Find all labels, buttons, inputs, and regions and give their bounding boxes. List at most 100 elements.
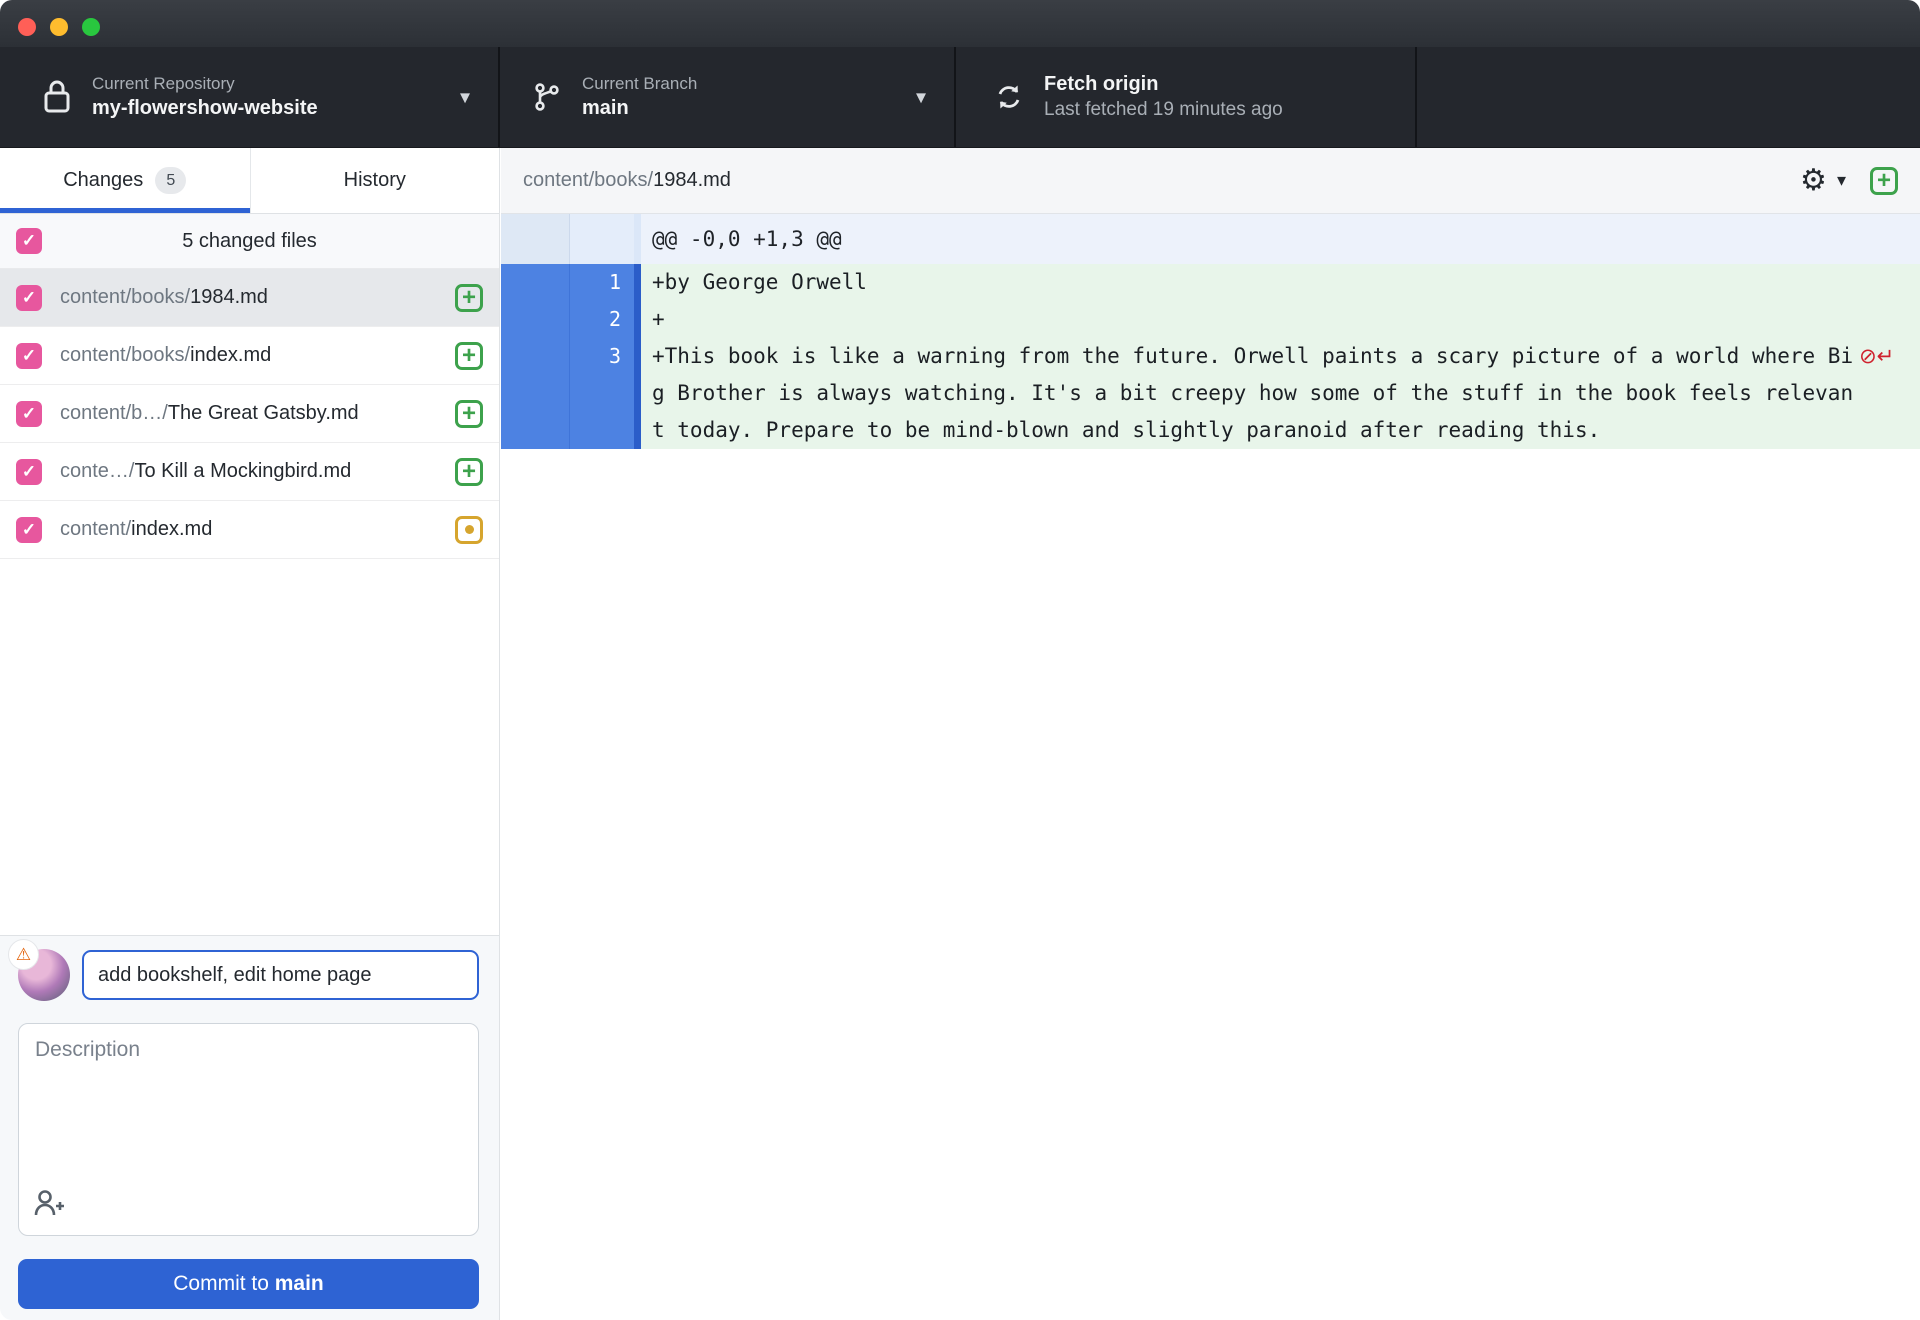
status-added-icon: + <box>455 457 483 486</box>
no-newline-icon: ⊘↵ <box>1859 344 1895 368</box>
current-branch-button[interactable]: Current Branch main ▾ <box>500 47 956 147</box>
diff-body: @@ -0,0 +1,3 @@ 1 +by George Orwell 2 + <box>501 214 1920 449</box>
diff-gutter-old[interactable] <box>501 301 570 338</box>
repository-label: Current Repository <box>92 74 235 93</box>
gear-icon[interactable]: ⚙ <box>1800 165 1827 196</box>
diff-line-content: +by George Orwell <box>641 264 1920 301</box>
hunk-gutter-old <box>501 214 570 264</box>
file-path-prefix: content/books/ <box>60 344 191 366</box>
close-window-button[interactable] <box>18 18 36 36</box>
minimize-window-button[interactable] <box>50 18 68 36</box>
status-added-icon: + <box>455 283 483 312</box>
hunk-header-row: @@ -0,0 +1,3 @@ <box>501 214 1920 264</box>
diff-line-text: + <box>652 307 665 331</box>
commit-description-input[interactable] <box>18 1023 479 1236</box>
diff-line-content: + <box>641 301 1920 338</box>
status-modified-icon <box>455 515 483 544</box>
zoom-window-button[interactable] <box>82 18 100 36</box>
repository-caret-icon: ▾ <box>459 86 470 109</box>
status-added-icon: + <box>455 341 483 370</box>
file-path: content/books/1984.md <box>60 286 268 309</box>
expand-diff-button[interactable]: + <box>1870 166 1898 195</box>
fetch-origin-button[interactable]: Fetch origin Last fetched 19 minutes ago <box>956 47 1417 147</box>
branch-name: main <box>582 97 629 119</box>
file-row[interactable]: ✓ content/index.md <box>0 501 499 559</box>
diff-line-row: 2 + <box>501 301 1920 338</box>
commit-button-prefix: Commit to <box>173 1272 275 1295</box>
toolbar: Current Repository my-flowershow-website… <box>0 47 1920 148</box>
changes-count-badge: 5 <box>155 167 187 194</box>
commit-summary-input[interactable] <box>82 950 479 1000</box>
diff-file-path: content/books/1984.md <box>523 169 731 192</box>
file-row[interactable]: ✓ content/b…/The Great Gatsby.md + <box>0 385 499 443</box>
git-branch-icon <box>530 80 564 114</box>
diff-line-content: +This book is like a warning from the fu… <box>641 338 1920 449</box>
file-path-prefix: content/ <box>60 518 132 540</box>
diff-line-text: +This book is like a warning from the fu… <box>652 344 1854 442</box>
sidebar: Changes 5 History ✓ 5 changed files ✓ co… <box>0 148 500 1320</box>
tab-changes-label: Changes <box>63 169 144 191</box>
diff-file-header: content/books/1984.md ⚙ ▾ + <box>501 148 1920 214</box>
diff-file-name: 1984.md <box>653 169 731 191</box>
diff-gutter-old[interactable] <box>501 338 570 449</box>
diff-gutter-strip <box>634 338 641 449</box>
file-checkbox[interactable]: ✓ <box>16 400 42 427</box>
file-path-prefix: conte…/ <box>60 460 135 482</box>
file-name: 1984.md <box>190 286 268 308</box>
file-row[interactable]: ✓ content/books/1984.md + <box>0 269 499 327</box>
file-path: content/books/index.md <box>60 344 271 367</box>
tab-history[interactable]: History <box>249 148 500 213</box>
file-name: To Kill a Mockingbird.md <box>134 460 352 482</box>
file-name: The Great Gatsby.md <box>167 402 359 424</box>
file-path-prefix: content/books/ <box>60 286 191 308</box>
diff-line-row: 1 +by George Orwell <box>501 264 1920 301</box>
file-row[interactable]: ✓ conte…/To Kill a Mockingbird.md + <box>0 443 499 501</box>
diff-gutter-strip <box>634 301 641 338</box>
select-all-checkbox[interactable]: ✓ <box>16 228 42 254</box>
diff-line-number[interactable]: 1 <box>570 264 634 301</box>
file-path: conte…/To Kill a Mockingbird.md <box>60 460 351 483</box>
hunk-gutter-strip <box>634 214 641 264</box>
file-checkbox[interactable]: ✓ <box>16 284 42 311</box>
diff-line-text: +by George Orwell <box>652 270 867 294</box>
changed-files-label: 5 changed files <box>182 229 317 252</box>
tab-changes[interactable]: Changes 5 <box>0 148 250 213</box>
sync-icon <box>992 81 1026 113</box>
tab-history-label: History <box>343 169 406 191</box>
status-added-icon: + <box>455 399 483 428</box>
file-path: content/b…/The Great Gatsby.md <box>60 402 359 425</box>
commit-area: ⚠ Commit to main <box>0 935 499 1320</box>
add-coauthor-icon[interactable] <box>33 1188 67 1223</box>
traffic-lights <box>18 18 100 36</box>
commit-button[interactable]: Commit to main <box>18 1259 479 1309</box>
file-name: index.md <box>131 518 213 540</box>
diff-gutter-old[interactable] <box>501 264 570 301</box>
warning-icon: ⚠ <box>8 939 39 970</box>
hunk-header-text: @@ -0,0 +1,3 @@ <box>641 214 1920 264</box>
diff-line-number[interactable]: 2 <box>570 301 634 338</box>
file-row[interactable]: ✓ content/books/index.md + <box>0 327 499 385</box>
branch-label: Current Branch <box>582 74 698 93</box>
file-path: content/index.md <box>60 518 212 541</box>
file-path-prefix: content/b…/ <box>60 402 168 424</box>
hunk-gutter-new <box>570 214 634 264</box>
file-checkbox[interactable]: ✓ <box>16 342 42 369</box>
diff-pane: content/books/1984.md ⚙ ▾ + @@ -0,0 +1,3… <box>501 148 1920 1320</box>
file-name: index.md <box>190 344 272 366</box>
repository-name: my-flowershow-website <box>92 97 318 119</box>
diff-options-caret-icon[interactable]: ▾ <box>1837 170 1846 191</box>
diff-line-number[interactable]: 3 <box>570 338 634 449</box>
lock-icon <box>40 79 74 115</box>
app-window: Current Repository my-flowershow-website… <box>0 0 1920 1320</box>
diff-path-prefix: content/books/ <box>523 169 654 191</box>
titlebar <box>0 0 1920 47</box>
file-checkbox[interactable]: ✓ <box>16 516 42 543</box>
commit-button-branch: main <box>274 1272 324 1295</box>
select-all-row[interactable]: ✓ 5 changed files <box>0 214 499 269</box>
tabbar: Changes 5 History <box>0 148 499 214</box>
fetch-title: Fetch origin <box>1044 73 1159 95</box>
current-repository-button[interactable]: Current Repository my-flowershow-website… <box>0 47 500 147</box>
file-checkbox[interactable]: ✓ <box>16 458 42 485</box>
diff-gutter-strip <box>634 264 641 301</box>
